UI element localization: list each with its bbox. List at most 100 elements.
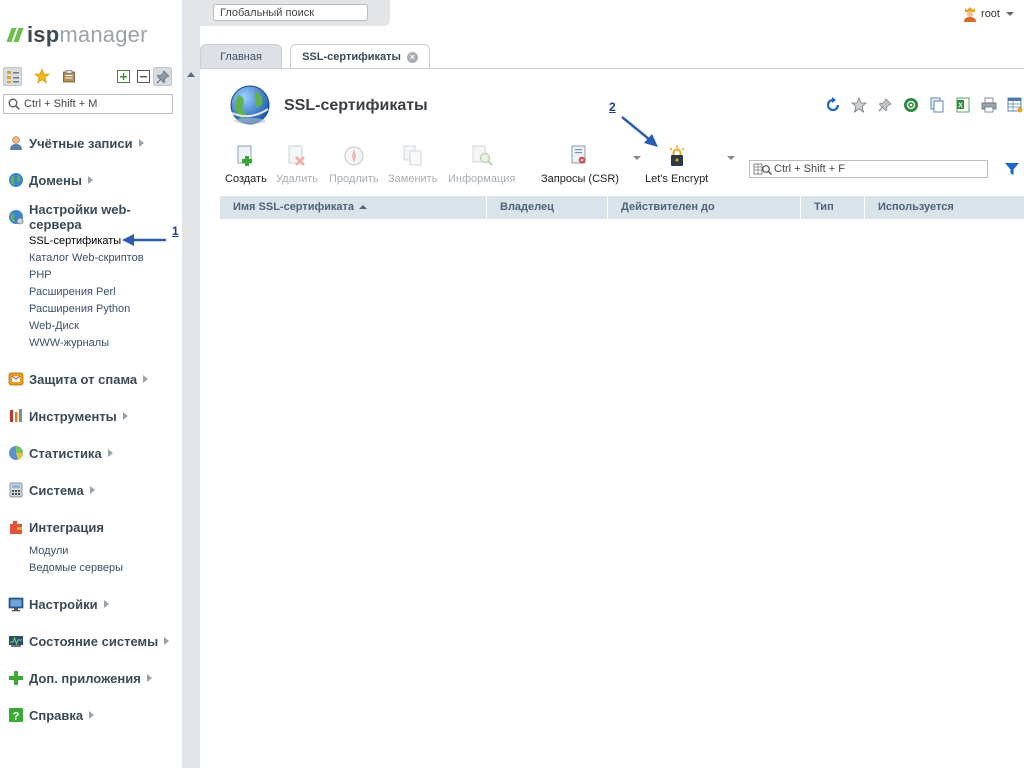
puzzle-icon [8, 519, 24, 535]
favorite-star-icon[interactable] [850, 96, 868, 114]
collapse-all-icon[interactable] [134, 67, 152, 85]
annotation-number-2: 2 [609, 100, 616, 114]
menu-group-integration[interactable]: Интеграция [8, 518, 104, 536]
letsencrypt-button[interactable]: Let's Encrypt [645, 145, 735, 187]
menu-group-statistics[interactable]: Статистика [8, 444, 113, 462]
menu-group-system-state[interactable]: Состояние системы [8, 632, 170, 650]
column-header-owner[interactable]: Владелец [487, 196, 608, 219]
expand-arrow-icon [122, 412, 128, 420]
page-title: SSL-сертификаты [284, 97, 428, 114]
expand-arrow-icon [146, 674, 152, 682]
menu-item-php[interactable]: PHP [29, 269, 52, 281]
menu-group-help[interactable]: ? Справка [8, 706, 95, 724]
menu-item-www-logs[interactable]: WWW-журналы [29, 337, 109, 349]
column-header-in-use[interactable]: Используется [865, 196, 1024, 219]
menu-item-ssl-certificates[interactable]: SSL-сертификаты [29, 235, 121, 247]
menu-group-extra-apps[interactable]: Доп. приложения [8, 669, 152, 687]
ispmanager-logo[interactable]: ispmanager [6, 20, 148, 50]
logo-mark-icon [6, 28, 26, 42]
column-header-valid-until[interactable]: Действителен до [608, 196, 801, 219]
shield-icon [8, 371, 24, 387]
delete-document-icon [286, 145, 308, 167]
menu-item-modules[interactable]: Модули [29, 545, 68, 557]
replace-button[interactable]: Заменить [388, 145, 437, 187]
menu-item-slave-servers[interactable]: Ведомые серверы [29, 562, 123, 574]
menu-group-settings[interactable]: Настройки [8, 595, 109, 613]
csr-dropdown-icon[interactable] [633, 156, 641, 160]
table-search-icon [753, 163, 772, 175]
letsencrypt-dropdown-icon[interactable] [727, 156, 735, 160]
filter-icon[interactable] [1004, 161, 1020, 177]
panel-splitter[interactable] [182, 0, 200, 768]
menu-group-system[interactable]: Система [8, 481, 95, 499]
table-search-field[interactable] [749, 160, 988, 178]
menu-group-spam-protection[interactable]: Защита от спама [8, 370, 149, 388]
menu-tree-icon[interactable] [3, 67, 22, 86]
favorites-star-icon[interactable] [33, 67, 51, 85]
view-tools: X [824, 96, 1024, 116]
expand-arrow-icon [89, 711, 95, 719]
excel-export-icon[interactable]: X [954, 96, 972, 114]
certificate-request-icon [569, 145, 591, 167]
green-plus-icon [8, 670, 24, 686]
expand-all-icon[interactable] [114, 67, 132, 85]
pin-icon[interactable] [876, 96, 894, 114]
server-status-icon [8, 633, 24, 649]
user-account-icon [8, 135, 24, 151]
menu-group-domains[interactable]: Домены [8, 171, 93, 189]
expand-arrow-icon [138, 139, 144, 147]
menu-search-input[interactable] [24, 96, 169, 112]
sort-ascending-icon [359, 205, 368, 210]
column-header-type[interactable]: Тип [801, 196, 865, 219]
global-search-input[interactable] [214, 5, 379, 21]
print-icon[interactable] [980, 96, 998, 114]
copy-icon[interactable] [928, 96, 946, 114]
menu-search-field[interactable] [3, 94, 173, 114]
lock-sun-icon [666, 145, 688, 167]
expand-arrow-icon [143, 375, 149, 383]
email-globe-icon[interactable] [902, 96, 920, 114]
annotation-number-1: 1 [172, 224, 179, 238]
replace-document-icon [402, 145, 424, 167]
expand-arrow-icon [107, 449, 113, 457]
left-panel: ispmanager Учётные записи Домены [0, 0, 182, 768]
menu-item-web-scripts-catalog[interactable]: Каталог Web-скриптов [29, 252, 144, 264]
pin-panel-icon[interactable] [153, 67, 172, 86]
menu-item-web-disk[interactable]: Web-Диск [29, 320, 79, 332]
column-header-cert-name[interactable]: Имя SSL-сертификата [220, 196, 487, 219]
menu-item-perl-extensions[interactable]: Расширения Perl [29, 286, 116, 298]
info-magnifier-icon [471, 145, 493, 167]
expand-arrow-icon [89, 486, 95, 494]
info-button[interactable]: Информация [448, 145, 515, 187]
user-menu[interactable]: root [963, 6, 1014, 22]
menu-item-python-extensions[interactable]: Расширения Python [29, 303, 130, 315]
search-icon [8, 98, 20, 110]
delete-button[interactable]: Удалить [276, 145, 318, 187]
svg-text:X: X [958, 103, 963, 110]
renew-button[interactable]: Продлить [329, 145, 379, 187]
pie-chart-icon [8, 445, 24, 461]
menu-group-tools[interactable]: Инструменты [8, 407, 128, 425]
svg-text:?: ? [13, 711, 20, 723]
clipboard-icon[interactable] [60, 67, 78, 85]
table-settings-icon[interactable] [1006, 96, 1024, 114]
tab-home[interactable]: Главная [200, 44, 282, 68]
main-content: SSL-сертификаты X Создать Удалить Продли… [200, 69, 1024, 768]
global-search-field[interactable] [213, 4, 379, 21]
create-button[interactable]: Создать [225, 145, 267, 187]
csr-requests-button[interactable]: Запросы (CSR) [541, 145, 641, 187]
username: root [981, 8, 1000, 20]
close-tab-icon[interactable]: × [406, 51, 418, 63]
global-search-area [200, 0, 390, 26]
expand-arrow-icon [88, 176, 93, 184]
tab-ssl-certificates[interactable]: SSL-сертификаты × [290, 44, 430, 69]
chevron-down-icon [1006, 12, 1014, 16]
table-header: Имя SSL-сертификата Владелец Действителе… [220, 196, 1024, 219]
table-search-input[interactable] [774, 161, 984, 177]
menu-group-accounts[interactable]: Учётные записи [8, 134, 144, 152]
tab-bar: Главная SSL-сертификаты × [200, 44, 1024, 69]
annotation-arrow-2 [621, 116, 658, 147]
ssl-globe-icon [230, 85, 270, 125]
collapse-up-icon[interactable] [187, 72, 195, 77]
refresh-icon[interactable] [824, 96, 842, 114]
